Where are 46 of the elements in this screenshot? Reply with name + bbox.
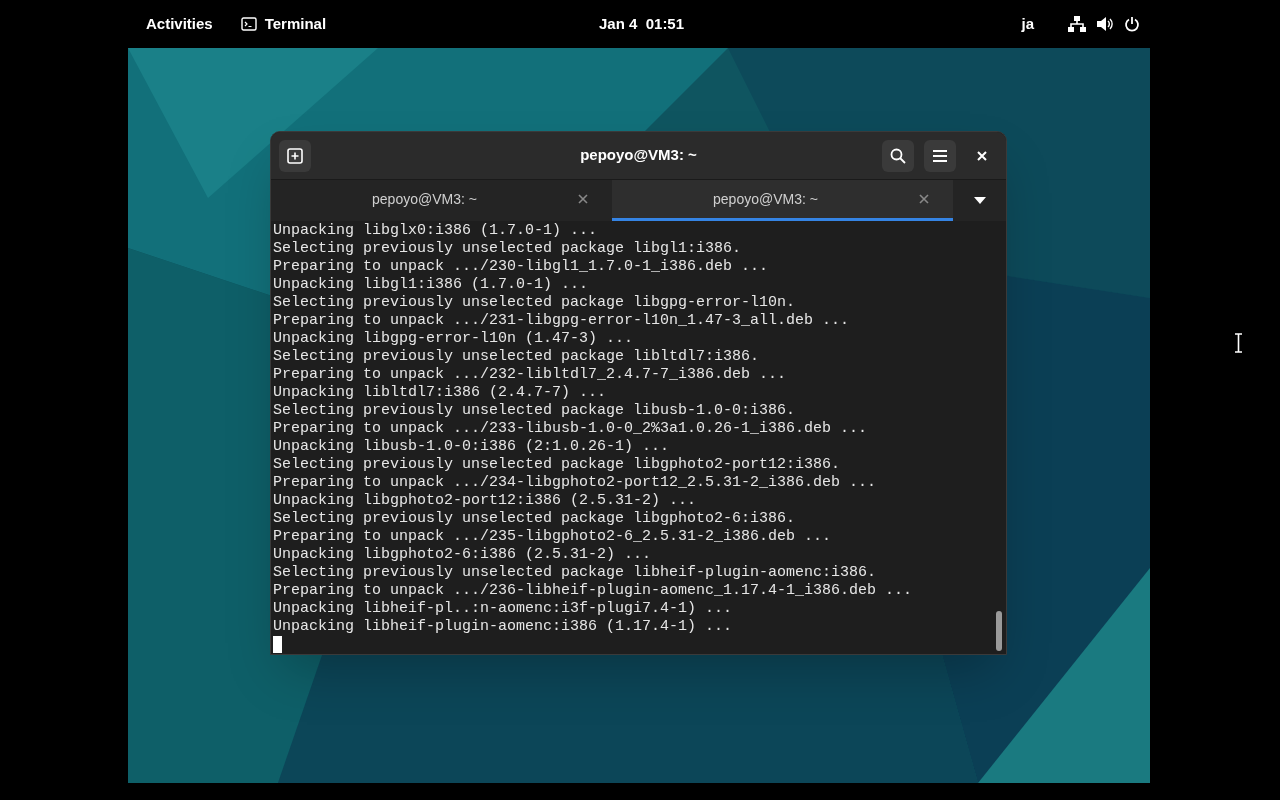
- terminal-line: Selecting previously unselected package libgphoto2-6:i386.: [273, 510, 796, 528]
- terminal-line: Selecting previously unselected package libltdl7:i386.: [273, 348, 760, 366]
- terminal-line: Selecting previously unselected package libgl1:i386.: [273, 240, 742, 258]
- menu-icon: [932, 148, 948, 163]
- terminal-line: Unpacking libheif-pl..:n-aomenc:i3f-plugi7.4-1) ...: [273, 600, 733, 618]
- terminal-line: Preparing to unpack .../235-libgphoto2-6_2.5.31-2_i386.deb ...: [273, 528, 832, 546]
- text-cursor: [273, 636, 282, 653]
- terminal-line: Preparing to unpack .../234-libgphoto2-port12_2.5.31-2_i386.deb ...: [273, 474, 877, 492]
- close-tab-icon[interactable]: [578, 194, 588, 204]
- i-beam-cursor-icon: [1234, 333, 1243, 353]
- terminal-line: Unpacking libgpg-error-l10n (1.47-3) ...: [273, 330, 634, 348]
- search-button[interactable]: [882, 139, 914, 172]
- new-tab-button[interactable]: [279, 139, 311, 172]
- input-method-indicator[interactable]: ja: [1021, 12, 1034, 36]
- terminal-line: Unpacking libgphoto2-port12:i386 (2.5.31-2) ...: [273, 492, 697, 510]
- terminal-line: Unpacking libusb-1.0-0:i386 (2:1.0.26-1) ...: [273, 438, 670, 456]
- terminal-line: Unpacking libheif-plugin-aomenc:i386 (1.17.4-1) ...: [273, 618, 733, 636]
- terminal-line: Preparing to unpack .../233-libusb-1.0-0_2%3a1.0.26-1_i386.deb ...: [273, 420, 868, 438]
- volume-icon[interactable]: [1096, 16, 1114, 32]
- terminal-line: Preparing to unpack .../232-libltdl7_2.4.7-7_i386.deb ...: [273, 366, 787, 384]
- activities-button[interactable]: Activities: [146, 12, 213, 36]
- terminal-line: Selecting previously unselected package libgphoto2-port12:i386.: [273, 456, 841, 474]
- scrollbar[interactable]: [996, 611, 1002, 651]
- terminal-icon: [240, 17, 257, 31]
- network-icon[interactable]: [1068, 16, 1086, 32]
- close-icon: [977, 150, 987, 161]
- terminal-line: Unpacking libgphoto2-6:i386 (2.5.31-2) ...: [273, 546, 652, 564]
- app-menu[interactable]: Terminal: [264, 12, 327, 36]
- close-tab-icon[interactable]: [919, 194, 929, 204]
- search-icon: [890, 147, 906, 164]
- window-title: pepoyo@VM3: ~: [580, 145, 697, 166]
- terminal-tab[interactable]: pepoyo@VM3: ~: [612, 180, 953, 221]
- menu-button[interactable]: [924, 139, 956, 172]
- terminal-line: Selecting previously unselected package libheif-plugin-aomenc:i386.: [273, 564, 877, 582]
- new-tab-icon: [287, 147, 303, 164]
- terminal-line: Preparing to unpack .../231-libgpg-error-l10n_1.47-3_all.deb ...: [273, 312, 850, 330]
- terminal-line: Selecting previously unselected package libgpg-error-l10n.: [273, 294, 796, 312]
- terminal-line: Unpacking libglx0:i386 (1.7.0-1) ...: [273, 222, 598, 240]
- power-icon[interactable]: [1124, 16, 1140, 32]
- terminal-line: Preparing to unpack .../230-libgl1_1.7.0-1_i386.deb ...: [273, 258, 769, 276]
- tab-list-caret-icon[interactable]: [973, 197, 986, 204]
- clock[interactable]: Jan 4 01:51: [599, 12, 685, 36]
- terminal-line: Preparing to unpack .../236-libheif-plugin-aomenc_1.17.4-1_i386.deb ...: [273, 582, 913, 600]
- terminal-line: Selecting previously unselected package libusb-1.0-0:i386.: [273, 402, 796, 420]
- terminal-line: Unpacking libltdl7:i386 (2.4.7-7) ...: [273, 384, 607, 402]
- terminal-line: Unpacking libgl1:i386 (1.7.0-1) ...: [273, 276, 589, 294]
